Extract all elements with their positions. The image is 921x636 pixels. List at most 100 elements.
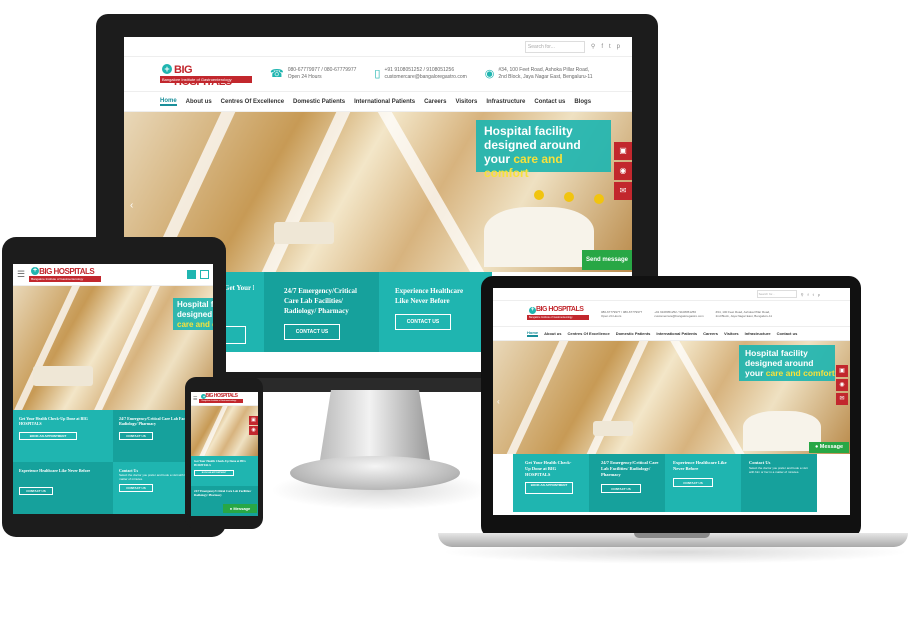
nav-home[interactable]: Home xyxy=(160,98,177,106)
tablet-hero: Hospital facility designed around care a… xyxy=(13,286,213,410)
mobile-icon: ▯ xyxy=(374,67,381,80)
hospital-bed xyxy=(33,366,93,386)
calendar-icon[interactable]: ▣ xyxy=(249,416,258,425)
message-button[interactable]: ● Message xyxy=(223,504,257,513)
nav-about[interactable]: About us xyxy=(544,331,561,336)
nav-visitors[interactable]: Visitors xyxy=(455,99,477,105)
location-icon: ◉ xyxy=(484,67,495,80)
box1-button[interactable]: BOOK AN APPOINTMENT xyxy=(525,482,573,494)
chat-icon[interactable]: ◉ xyxy=(249,426,258,435)
phone-hero: ▣ ◉ xyxy=(191,406,258,456)
email-text[interactable]: customercare@bangaloregastro.com xyxy=(654,314,703,318)
nav-international[interactable]: International Patients xyxy=(656,331,697,336)
box3-button[interactable]: CONTACT US xyxy=(19,487,53,495)
logo[interactable]: + BIG HOSPITALS Bangalore Institute of G… xyxy=(160,63,252,88)
calendar-icon[interactable]: ▣ xyxy=(836,365,848,377)
mail-icon[interactable]: ✉ xyxy=(836,393,848,405)
tablet-website: ☰ + BIG HOSPITALS Bangalore Institute of… xyxy=(13,264,213,514)
twitter-icon[interactable]: t xyxy=(813,292,814,297)
box2-button[interactable]: CONTACT US xyxy=(119,432,153,440)
tablet-logo[interactable]: + BIG HOSPITALS Bangalore Institute of G… xyxy=(29,266,102,284)
phone-text: 080-67779977 / 080-67779977 xyxy=(287,67,357,73)
phone-icon: ☎ xyxy=(270,67,284,80)
box3-title: Experience Healthcare Like Never Before xyxy=(19,468,91,473)
mobile-info: +91 9108051252 / 9108051256 customercare@… xyxy=(654,310,703,318)
cross-icon: + xyxy=(31,266,40,275)
tablet-box-1: Get Your Health Check-Up Done at BIG HOS… xyxy=(13,410,113,462)
search-icon[interactable]: ⚲ xyxy=(591,43,595,50)
hours-text: Open 24 Hours xyxy=(601,313,622,318)
search-icon[interactable] xyxy=(187,270,196,279)
search-input[interactable]: Search for... xyxy=(756,290,797,298)
tablet-feature-boxes: Get Your Health Check-Up Done at BIG HOS… xyxy=(13,410,213,514)
feature-box-3: Experience Healthcare Like Never Before … xyxy=(379,272,492,352)
box3-button[interactable]: CONTACT US xyxy=(395,314,451,330)
message-button[interactable]: ● Message xyxy=(809,442,849,453)
twitter-icon[interactable]: t xyxy=(609,44,611,50)
hero-line2: designed around xyxy=(484,138,581,152)
hospital-bed xyxy=(593,421,633,436)
laptop-nav: Home About us Centres Of Excellence Dome… xyxy=(493,327,850,341)
nav-contact[interactable]: Contact us xyxy=(777,331,798,336)
chat-icon[interactable]: ◉ xyxy=(836,379,848,391)
hospital-bed xyxy=(274,222,334,244)
hero-divider xyxy=(261,112,351,272)
menu-icon[interactable]: ☰ xyxy=(17,269,25,280)
chat-icon[interactable]: ◉ xyxy=(614,162,632,180)
calendar-icon[interactable]: ▣ xyxy=(614,142,632,160)
nav-careers[interactable]: Careers xyxy=(703,331,718,336)
laptop-logo[interactable]: + BIG HOSPITALS Bangalore Institute of G… xyxy=(527,306,589,322)
box1-button[interactable]: BOOK AN APPOINTMENT xyxy=(19,432,77,440)
box2-button[interactable]: CONTACT US xyxy=(601,484,641,493)
flowers xyxy=(534,190,544,200)
menu-icon[interactable]: ☰ xyxy=(193,396,197,402)
search-icon[interactable]: ⚲ xyxy=(801,292,804,297)
nav-international[interactable]: International Patients xyxy=(354,99,415,105)
nav-blogs[interactable]: Blogs xyxy=(574,99,591,105)
nav-domestic[interactable]: Domestic Patients xyxy=(616,331,651,336)
search-input[interactable]: Search for... xyxy=(524,40,585,53)
nav-domestic[interactable]: Domestic Patients xyxy=(293,99,345,105)
phone-info: 080-67779977 / 080-67779977 Open 24 Hours xyxy=(601,310,642,318)
nav-infrastructure[interactable]: Infrastructure xyxy=(486,99,525,105)
tablet-logo-title: BIG HOSPITALS xyxy=(39,266,95,276)
box2-button[interactable]: CONTACT US xyxy=(284,324,340,340)
phone-logo[interactable]: + BIG HOSPITALS Bangalore Institute of G… xyxy=(199,393,244,404)
cross-icon: + xyxy=(529,306,536,314)
email-text[interactable]: customercare@bangaloregastro.com xyxy=(384,74,466,81)
box3-title: Experience Healthcare Like Never Before xyxy=(673,460,727,471)
nav-centres[interactable]: Centres Of Excellence xyxy=(221,99,284,105)
nav-careers[interactable]: Careers xyxy=(424,99,446,105)
laptop-hero-caption: Hospital facility designed around your c… xyxy=(739,345,835,381)
address-info: #34, 100 Feet Road, Ashoka Pillar Road, 2… xyxy=(716,310,772,318)
tablet-logo-subtitle: Bangalore Institute of Gastroenterology xyxy=(29,275,102,282)
phone-info: ☎ 080-67779977 / 080-67779977 Open 24 Hou… xyxy=(270,67,356,81)
whatsapp-icon: ● xyxy=(229,506,233,511)
prev-arrow-icon[interactable]: ‹ xyxy=(130,200,133,211)
nav-infrastructure[interactable]: Infrastructure xyxy=(745,331,771,336)
nav-visitors[interactable]: Visitors xyxy=(724,331,739,336)
box1-button[interactable] xyxy=(224,326,246,344)
prev-arrow-icon[interactable]: ‹ xyxy=(497,397,500,406)
facebook-icon[interactable]: f xyxy=(601,44,603,50)
facebook-icon[interactable]: f xyxy=(808,292,809,297)
site-header: + BIG HOSPITALS Bangalore Institute of G… xyxy=(124,57,632,92)
nav-centres[interactable]: Centres Of Excellence xyxy=(567,331,609,336)
laptop-notch xyxy=(634,533,710,538)
box1-button[interactable]: BOOK AN APPOINTMENT xyxy=(194,470,234,476)
laptop-header: + BIG HOSPITALS Bangalore Institute of G… xyxy=(493,301,850,327)
monitor-stand-neck xyxy=(320,390,430,460)
pinterest-icon[interactable]: p xyxy=(617,44,620,50)
laptop-box-2: 24/7 Emergency/Critical Care Lab Facilit… xyxy=(589,454,665,512)
send-message-button[interactable]: Send message xyxy=(582,250,632,270)
nav-contact[interactable]: Contact us xyxy=(534,99,565,105)
laptop-box-1: Get Your Health Check-Up Done at BIG HOS… xyxy=(513,454,589,512)
nav-home[interactable]: Home xyxy=(527,330,539,337)
hero-line3-highlight: care and comfort xyxy=(177,320,213,329)
box4-button[interactable]: CONTACT US xyxy=(119,484,153,492)
toggle-icon[interactable] xyxy=(200,270,209,279)
nav-about[interactable]: About us xyxy=(186,99,212,105)
mail-icon[interactable]: ✉ xyxy=(614,182,632,200)
box3-button[interactable]: CONTACT US xyxy=(673,478,713,487)
pinterest-icon[interactable]: p xyxy=(818,292,820,297)
